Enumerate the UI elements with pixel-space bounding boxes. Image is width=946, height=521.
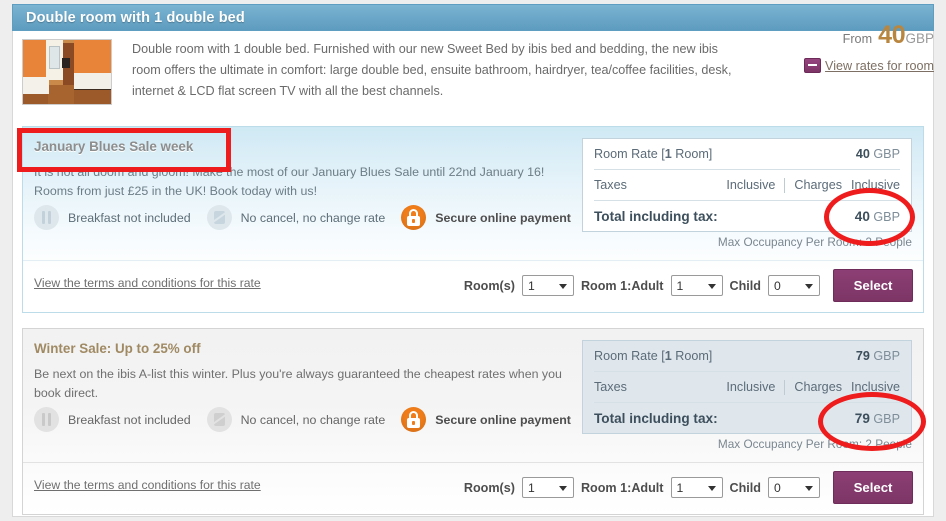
adult-label: Room 1:Adult [580, 278, 664, 293]
rate-controls: View the terms and conditions for this r… [23, 260, 923, 312]
room-thumbnail [22, 39, 112, 105]
offer-title: January Blues Sale week [34, 139, 194, 154]
adult-select[interactable]: 1 [670, 477, 723, 498]
select-button[interactable]: Select [833, 269, 913, 302]
total-label: Total including tax: [594, 208, 718, 224]
feature-label: No cancel, no change rate [240, 210, 386, 225]
cancel-icon [206, 205, 232, 230]
rate-offer-info: Winter Sale: Up to 25% off Be next on th… [23, 329, 588, 402]
rate-table: Room Rate [1 Room] 79 GBP Taxes Inclusiv… [582, 340, 912, 434]
cancel-icon [206, 407, 232, 432]
booking-controls: Room(s) 1 Room 1:Adult 1 Child 0 Select [464, 471, 913, 504]
feature-secure-payment: Secure online payment [401, 407, 571, 432]
terms-and-conditions-link[interactable]: View the terms and conditions for this r… [34, 276, 261, 290]
offer-description: Be next on the ibis A-list this winter. … [34, 367, 562, 400]
taxes-value: Inclusive [726, 178, 776, 192]
feature-breakfast: Breakfast not included [34, 407, 191, 432]
child-label: Child [729, 278, 761, 293]
feature-secure-payment: Secure online payment [401, 205, 571, 230]
rooms-label: Room(s) [463, 480, 515, 495]
child-label: Child [729, 480, 761, 495]
chevron-down-icon [558, 486, 567, 491]
max-occupancy-note: Max Occupancy Per Room: 2 People [717, 437, 912, 451]
rate-block-january-blues: January Blues Sale week It is not all do… [22, 126, 924, 313]
chevron-down-icon [805, 486, 813, 491]
rate-table: Room Rate [1 Room] 40 GBP Taxes Inclusiv… [582, 138, 912, 232]
feature-row: Breakfast not included No cancel, no cha… [34, 205, 587, 230]
meal-icon [34, 407, 59, 432]
table-row-room-rate: Room Rate [1 Room] 40 GBP [594, 139, 900, 170]
room-rate-label: Room Rate [1 Room] [594, 349, 713, 363]
lock-icon [401, 205, 427, 230]
offer-title: Winter Sale: Up to 25% off [34, 341, 201, 356]
room-rate-amount: 40 GBP [855, 147, 900, 161]
chevron-down-icon [707, 486, 716, 491]
room-rate-amount: 79 GBP [855, 349, 900, 363]
feature-label: Breakfast not included [68, 210, 191, 225]
taxes-label: Taxes [594, 178, 627, 192]
feature-label: Secure online payment [435, 412, 571, 427]
charges-value: Inclusive [851, 380, 900, 394]
adult-label: Room 1:Adult [580, 480, 664, 495]
offer-description: It is not all doom and gloom! Make the m… [34, 165, 545, 198]
view-rates-link[interactable]: View rates for room [825, 59, 934, 73]
table-row-total: Total including tax: 40 GBP [594, 201, 900, 231]
chevron-down-icon [707, 284, 716, 289]
feature-label: No cancel, no change rate [240, 412, 386, 427]
taxes-value: Inclusive [726, 380, 776, 394]
from-price-block: From 40GBP View rates for room [674, 23, 934, 73]
table-row-taxes-charges: Taxes Inclusive Charges Inclusive [594, 372, 900, 403]
charges-value: Inclusive [851, 178, 900, 192]
rooms-select[interactable]: 1 [521, 477, 574, 498]
view-rates-row[interactable]: View rates for room [674, 58, 934, 73]
rate-controls: View the terms and conditions for this r… [23, 462, 923, 514]
rooms-select[interactable]: 1 [521, 275, 574, 296]
max-occupancy-note: Max Occupancy Per Room: 2 People [717, 235, 912, 249]
terms-and-conditions-link[interactable]: View the terms and conditions for this r… [34, 478, 261, 492]
from-price-line: From 40GBP [674, 23, 934, 48]
room-rates-page: Double room with 1 double bed Double roo… [0, 0, 946, 521]
taxes-charges-values: Inclusive Charges [627, 379, 851, 395]
from-label: From [842, 32, 873, 46]
select-button[interactable]: Select [833, 471, 913, 504]
feature-label: Secure online payment [435, 210, 571, 225]
rooms-label: Room(s) [463, 278, 515, 293]
booking-controls: Room(s) 1 Room 1:Adult 1 Child 0 Select [464, 269, 913, 302]
feature-cancellation: No cancel, no change rate [206, 407, 386, 432]
child-select[interactable]: 0 [768, 275, 820, 296]
feature-breakfast: Breakfast not included [34, 205, 191, 230]
feature-cancellation: No cancel, no change rate [206, 205, 386, 230]
rate-block-winter-sale: Winter Sale: Up to 25% off Be next on th… [22, 328, 924, 515]
feature-row: Breakfast not included No cancel, no cha… [34, 407, 587, 432]
total-including-tax-amount-rate-2: 79 GBP [854, 410, 900, 426]
chevron-down-icon [805, 284, 813, 289]
taxes-label: Taxes [594, 380, 627, 394]
meal-icon [34, 205, 59, 230]
rate-offer-info: January Blues Sale week It is not all do… [23, 127, 588, 200]
room-description-text: Double room with 1 double bed. Furnished… [132, 42, 732, 98]
child-select[interactable]: 0 [768, 477, 820, 498]
room-rate-label: Room Rate [1 Room] [594, 147, 713, 161]
adult-select[interactable]: 1 [670, 275, 723, 296]
page-title: Double room with 1 double bed [26, 9, 245, 26]
from-currency: GBP [905, 31, 934, 46]
total-label: Total including tax: [594, 410, 718, 426]
table-row-taxes-charges: Taxes Inclusive Charges Inclusive [594, 170, 900, 201]
table-row-total: Total including tax: 79 GBP [594, 403, 900, 433]
lock-icon [401, 407, 427, 432]
table-row-room-rate: Room Rate [1 Room] 79 GBP [594, 341, 900, 372]
minus-icon[interactable] [804, 58, 822, 73]
from-amount: 40 [878, 21, 906, 49]
chevron-down-icon [558, 284, 567, 289]
total-including-tax-amount-rate-1: 40 GBP [854, 208, 900, 224]
charges-label: Charges [794, 178, 842, 192]
charges-label: Charges [794, 380, 842, 394]
taxes-charges-values: Inclusive Charges [627, 177, 851, 193]
feature-label: Breakfast not included [68, 412, 191, 427]
